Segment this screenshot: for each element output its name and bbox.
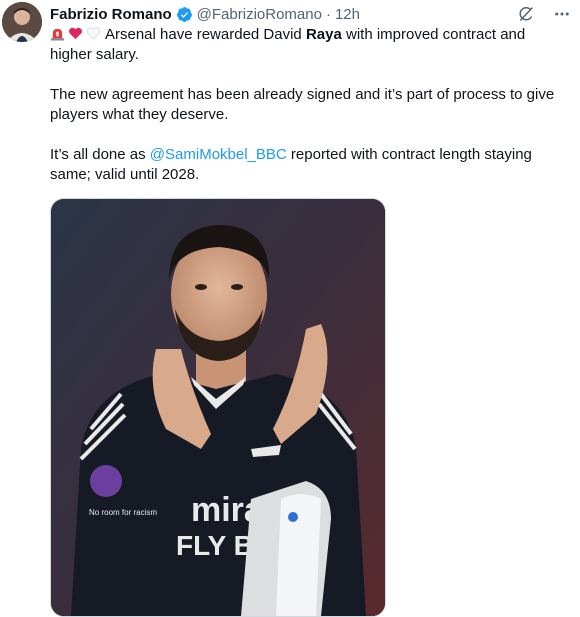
mention-link[interactable]: @SamiMokbel_BBC	[150, 146, 287, 163]
separator-dot: ·	[325, 5, 331, 23]
tweet: Fabrizio Romano @FabrizioRomano · 12h Ar…	[0, 0, 580, 617]
tweet-paragraph-2: The new agreement has been already signe…	[50, 86, 555, 123]
red-heart-icon	[68, 26, 83, 41]
player-photo: mira FLY B No room for racism	[51, 199, 385, 616]
tweet-photo[interactable]: mira FLY B No room for racism	[50, 198, 386, 617]
avatar[interactable]	[2, 2, 42, 42]
white-heart-icon	[86, 26, 101, 41]
more-options-icon[interactable]	[552, 4, 572, 24]
sleeve-badge-text: No room for racism	[89, 508, 157, 517]
avatar-image	[2, 2, 42, 42]
tweet-header: Fabrizio Romano @FabrizioRomano · 12h	[50, 4, 360, 24]
tweet-top-actions	[516, 4, 572, 24]
paragraph-1-bold: Raya	[305, 26, 342, 43]
verified-badge-icon	[176, 6, 193, 23]
shirt-sponsor-line-2: FLY B	[176, 530, 254, 561]
tweet-paragraph-3: It’s all done as @SamiMokbel_BBC reporte…	[50, 145, 570, 185]
paragraph-3-text-a: It’s all done as	[50, 146, 150, 163]
author-name[interactable]: Fabrizio Romano	[50, 6, 172, 23]
grok-icon[interactable]	[516, 4, 536, 24]
emoji-group	[50, 26, 101, 41]
rotating-light-icon	[50, 26, 65, 41]
author-handle[interactable]: @FabrizioRomano	[197, 6, 322, 23]
tweet-paragraph-1: Arsenal have rewarded David Raya with im…	[50, 25, 570, 65]
paragraph-1-text-a: Arsenal have rewarded David	[105, 26, 306, 43]
timestamp[interactable]: 12h	[335, 6, 360, 23]
tweet-text: Arsenal have rewarded David Raya with im…	[50, 25, 570, 185]
